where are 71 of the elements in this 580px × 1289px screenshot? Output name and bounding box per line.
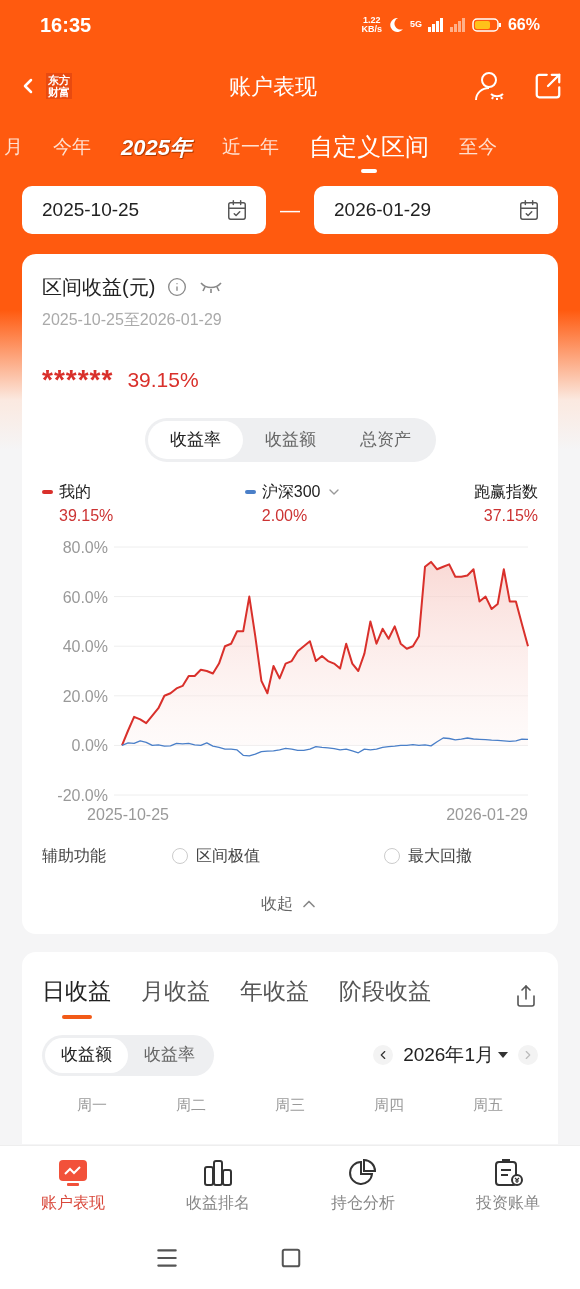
returns-tab[interactable]: 月收益 bbox=[141, 974, 210, 1019]
nav-tab[interactable]: 账户表现 bbox=[0, 1158, 145, 1215]
period-tab[interactable]: 2025年 bbox=[121, 124, 192, 172]
external-link-icon bbox=[533, 71, 563, 101]
axis-label: 0.0% bbox=[71, 736, 108, 754]
legend-value: 2.00% bbox=[261, 505, 308, 526]
legend-label: 跑赢指数 bbox=[474, 481, 538, 502]
card-title: 区间收益(元) bbox=[42, 275, 156, 300]
signal-icon bbox=[427, 18, 444, 32]
network-type: 5G bbox=[409, 18, 422, 32]
page-title: 账户表现 bbox=[229, 72, 317, 101]
weekday-label: 周三 bbox=[274, 1094, 306, 1115]
nav-tab[interactable]: 投资账单 bbox=[435, 1158, 580, 1215]
bill-icon bbox=[492, 1158, 523, 1187]
legend-value: 37.15% bbox=[483, 505, 538, 526]
range-separator: — bbox=[280, 198, 300, 223]
month-picker[interactable]: 2026年1月 bbox=[403, 1040, 508, 1070]
radio-option[interactable]: 区间极值 bbox=[172, 843, 384, 868]
axis-label: 60.0% bbox=[62, 588, 108, 606]
returns-tab[interactable]: 日收益 bbox=[42, 974, 111, 1019]
date-field[interactable]: 2025-10-25 bbox=[22, 186, 266, 234]
app-logo: 东方 财富 bbox=[46, 73, 72, 99]
weekday-label: 周五 bbox=[472, 1094, 505, 1115]
moon-icon bbox=[387, 17, 404, 33]
legend-label: 沪深300 bbox=[261, 481, 321, 502]
signal-icon bbox=[449, 18, 466, 32]
battery-icon bbox=[471, 18, 502, 32]
weekday-label: 周二 bbox=[174, 1094, 207, 1115]
share-icon[interactable] bbox=[514, 984, 538, 1009]
weekday-label: 周四 bbox=[373, 1094, 406, 1115]
pie-chart-icon bbox=[347, 1158, 378, 1187]
caret-icon bbox=[498, 1052, 508, 1058]
next-month-button[interactable] bbox=[518, 1045, 538, 1065]
collapse-button[interactable]: 收起 bbox=[261, 891, 319, 916]
user-eye-icon[interactable] bbox=[474, 70, 506, 102]
axis-label: 2025-10-25 bbox=[87, 805, 169, 823]
legend-label: 我的 bbox=[59, 481, 91, 502]
aux-label: 辅助功能 bbox=[42, 845, 107, 866]
axis-label: 80.0% bbox=[62, 538, 108, 556]
axis-label: 20.0% bbox=[62, 687, 108, 705]
info-icon[interactable] bbox=[167, 277, 188, 297]
axis-label: 2026-01-29 bbox=[446, 805, 528, 823]
closed-eye-icon[interactable] bbox=[199, 280, 224, 294]
radio-option[interactable]: 最大回撤 bbox=[384, 843, 472, 868]
network-speed: 1.22 KB/s bbox=[361, 16, 382, 34]
mode-tab[interactable]: 收益率 bbox=[128, 1037, 211, 1073]
weekday-label: 周一 bbox=[75, 1094, 108, 1115]
legend-value: 39.15% bbox=[59, 505, 114, 526]
returns-tab[interactable]: 年收益 bbox=[240, 974, 309, 1019]
date-field[interactable]: 2026-01-29 bbox=[314, 186, 558, 234]
nav-tab[interactable]: 持仓分析 bbox=[290, 1158, 435, 1215]
axis-label: -20.0% bbox=[57, 786, 108, 804]
bar-chart-icon bbox=[202, 1158, 233, 1187]
period-tab[interactable]: 自定义区间 bbox=[308, 123, 429, 173]
calendar-icon[interactable] bbox=[518, 199, 540, 221]
home-icon[interactable] bbox=[280, 1247, 302, 1269]
mode-tab[interactable]: 收益率 bbox=[147, 420, 243, 459]
nav-tab[interactable]: 收益排名 bbox=[145, 1158, 290, 1215]
battery-percent: 66% bbox=[507, 15, 540, 35]
date-range: 2025-10-25至2026-01-29 bbox=[42, 310, 223, 330]
clock: 16:35 bbox=[40, 13, 92, 38]
masked-amount: ****** bbox=[42, 365, 114, 394]
chart-monitor-icon bbox=[57, 1158, 88, 1187]
mode-tab[interactable]: 收益额 bbox=[242, 420, 338, 459]
mode-tab[interactable]: 总资产 bbox=[337, 420, 433, 459]
return-rate: 39.15% bbox=[127, 367, 199, 393]
calendar-icon[interactable] bbox=[226, 199, 248, 221]
prev-month-button[interactable] bbox=[373, 1045, 394, 1065]
axis-label: 40.0% bbox=[62, 637, 108, 655]
returns-tab[interactable]: 阶段收益 bbox=[339, 974, 431, 1019]
mode-tab[interactable]: 收益额 bbox=[45, 1037, 128, 1073]
